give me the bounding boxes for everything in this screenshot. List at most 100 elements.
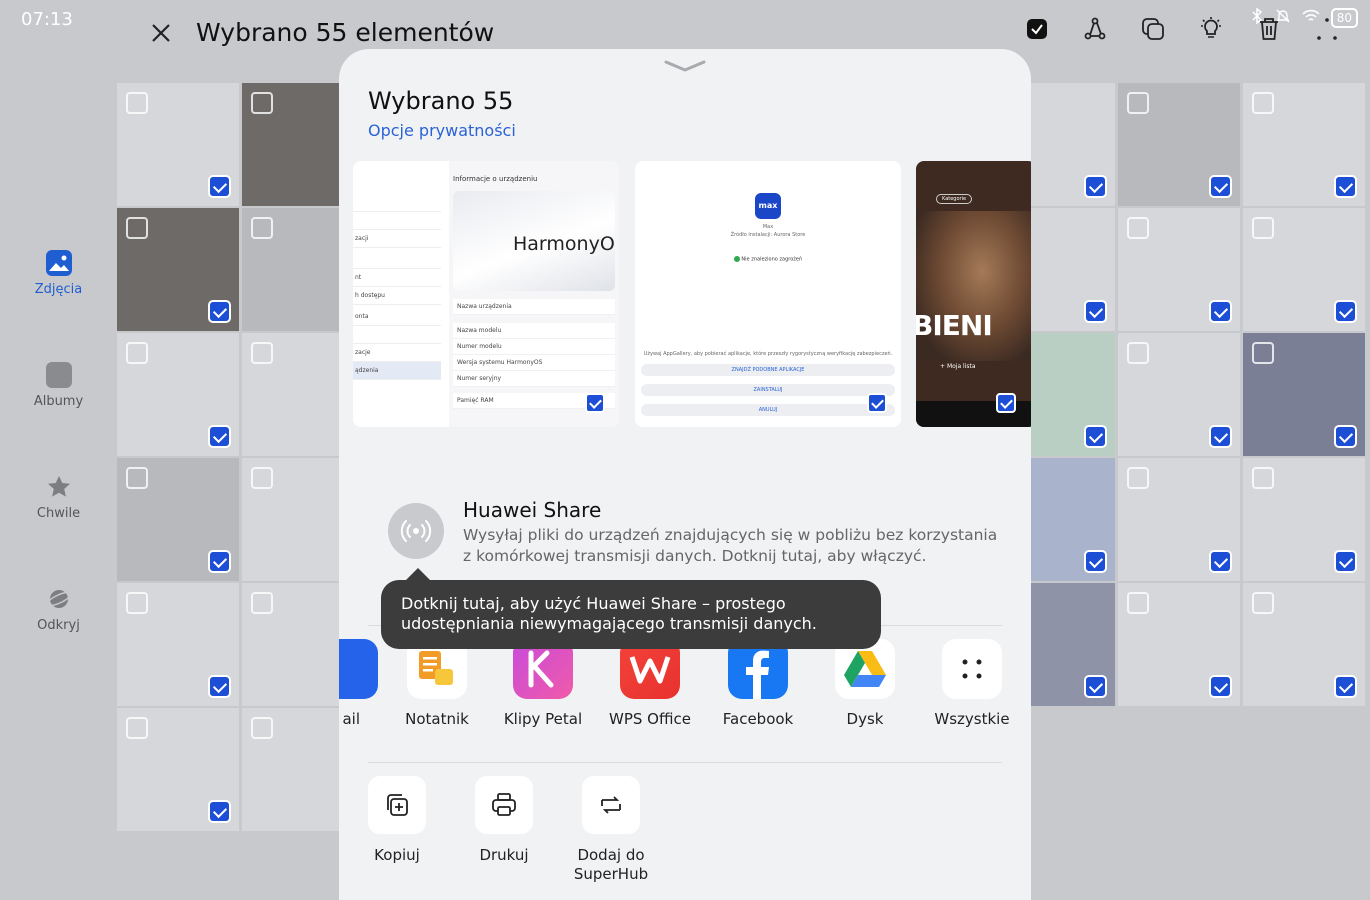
preview-thumbnail[interactable]: zacji nt h dostępu onta zacje ądzenia In…: [353, 161, 619, 427]
settings-list: zacji nt h dostępu onta zacje ądzenia: [353, 191, 441, 427]
photo-thumbnail[interactable]: [117, 708, 239, 831]
photo-thumbnail[interactable]: [117, 583, 239, 706]
check-icon: [1209, 550, 1232, 573]
huawei-share-title[interactable]: Huawei Share: [463, 498, 601, 522]
photo-thumbnail[interactable]: [1243, 333, 1365, 456]
collage-icon[interactable]: [1140, 16, 1166, 42]
check-icon: [1084, 175, 1107, 198]
share-app-petal-clips[interactable]: Klipy Petal: [493, 639, 593, 728]
sheet-title: Wybrano 55: [368, 87, 514, 115]
harmonyos-logo: HarmonyOS: [513, 233, 615, 255]
info-field: Nazwa urządzenia: [453, 299, 615, 315]
check-icon[interactable]: [585, 393, 605, 413]
app-label: Wszystkie: [934, 710, 1010, 728]
check-icon: [1334, 425, 1357, 448]
list-item: zacje: [353, 344, 441, 362]
check-icon[interactable]: [867, 393, 887, 413]
check-icon: [1209, 175, 1232, 198]
divider: [368, 762, 1002, 763]
check-icon: [208, 300, 231, 323]
check-icon: [1084, 425, 1107, 448]
list-item: ądzenia: [353, 362, 441, 380]
check-icon: [1084, 550, 1107, 573]
nav-label: Zdjęcia: [34, 282, 83, 297]
copy-icon: [368, 776, 426, 834]
preview-strip[interactable]: zacji nt h dostępu onta zacje ądzenia In…: [353, 161, 1031, 429]
list-item: [353, 212, 441, 230]
status-time: 07:13: [21, 9, 73, 30]
nav-label: Albumy: [33, 394, 84, 409]
share-icon[interactable]: [1082, 16, 1108, 42]
close-icon[interactable]: [146, 18, 176, 48]
trash-icon[interactable]: [1256, 16, 1282, 42]
more-apps-icon: [942, 639, 1002, 699]
photo-thumbnail[interactable]: [1243, 83, 1365, 206]
photo-thumbnail[interactable]: [117, 208, 239, 331]
list-item: h dostępu: [353, 287, 441, 305]
action-label: Drukuj: [479, 846, 529, 864]
find-similar-button[interactable]: ZNAJDŹ PODOBNE APLIKACJE: [641, 364, 895, 376]
check-icon: [1334, 175, 1357, 198]
huawei-share-icon[interactable]: [388, 503, 444, 559]
check-icon: [1334, 675, 1357, 698]
list-item: [353, 194, 441, 212]
device-info-panel: Informacje o urządzeniu HarmonyOS Nazwa …: [449, 161, 619, 427]
photo-thumbnail[interactable]: [1243, 583, 1365, 706]
mail-icon: [339, 639, 378, 699]
star-icon: [46, 474, 72, 500]
info-field: Numer seryjny: [453, 371, 615, 387]
shield-icon: [733, 256, 740, 262]
huawei-share-description[interactable]: Wysyłaj pliki do urządzeń znajdujących s…: [463, 525, 1003, 567]
check-icon: [208, 425, 231, 448]
nav-item-albums[interactable]: Albumy: [0, 362, 117, 474]
app-label: WPS Office: [609, 710, 691, 728]
bulb-icon[interactable]: [1198, 16, 1224, 42]
share-app-all[interactable]: Wszystkie: [922, 639, 1022, 728]
preview-thumbnail[interactable]: max Max Źródło instalacji: Aurora Store …: [635, 161, 901, 427]
check-icon: [1334, 550, 1357, 573]
list-item: zacji: [353, 230, 441, 248]
photo-thumbnail[interactable]: [117, 83, 239, 206]
huawei-share-tooltip[interactable]: Dotknij tutaj, aby użyć Huawei Share – p…: [381, 568, 881, 649]
check-icon: [208, 800, 231, 823]
photo-thumbnail[interactable]: [1118, 458, 1240, 581]
photo-thumbnail[interactable]: [117, 333, 239, 456]
nav-label: Chwile: [36, 506, 81, 521]
share-app-drive[interactable]: Dysk: [815, 639, 915, 728]
list-item: nt: [353, 269, 441, 287]
nav-item-photos[interactable]: Zdjęcia: [0, 250, 117, 362]
photo-thumbnail[interactable]: [1118, 333, 1240, 456]
install-button[interactable]: ZAINSTALUJ: [641, 384, 895, 396]
more-icon[interactable]: [1314, 16, 1340, 42]
photo-thumbnail[interactable]: [1118, 208, 1240, 331]
share-app-facebook[interactable]: Facebook: [708, 639, 808, 728]
preview-thumbnail[interactable]: Kategorie BIENI + Moja lista: [916, 161, 1031, 427]
privacy-options-link[interactable]: Opcje prywatności: [368, 121, 516, 140]
copy-button[interactable]: Kopiuj: [347, 776, 447, 865]
superhub-button[interactable]: Dodaj do SuperHub: [561, 776, 661, 884]
install-source: Źródło instalacji: Aurora Store: [730, 232, 806, 238]
app-label: Notatnik: [405, 710, 469, 728]
nav-item-discover[interactable]: Odkryj: [0, 586, 117, 698]
photo-thumbnail[interactable]: [1243, 208, 1365, 331]
albums-icon: [45, 362, 72, 388]
photo-thumbnail[interactable]: [1243, 458, 1365, 581]
share-app-notatnik[interactable]: Notatnik: [387, 639, 487, 728]
nav-item-moments[interactable]: Chwile: [0, 474, 117, 586]
selection-title: Wybrano 55 elementów: [196, 18, 495, 47]
print-button[interactable]: Drukuj: [454, 776, 554, 865]
cancel-button[interactable]: ANULUJ: [641, 404, 895, 416]
share-apps-row: ail Notatnik Klipy Petal WPS Office Face…: [339, 639, 1031, 739]
list-item: [353, 251, 441, 269]
category-chip: Kategorie: [936, 194, 973, 204]
check-icon[interactable]: [996, 393, 1016, 413]
info-field: Numer modelu: [453, 339, 615, 355]
photo-thumbnail[interactable]: [1118, 583, 1240, 706]
chevron-down-icon[interactable]: [664, 57, 706, 72]
share-app-wps-office[interactable]: WPS Office: [600, 639, 700, 728]
photo-thumbnail[interactable]: [1118, 83, 1240, 206]
photo-thumbnail[interactable]: [117, 458, 239, 581]
select-all-icon[interactable]: [1024, 16, 1050, 42]
my-list-button: + Moja lista: [940, 363, 976, 370]
check-icon: [208, 675, 231, 698]
